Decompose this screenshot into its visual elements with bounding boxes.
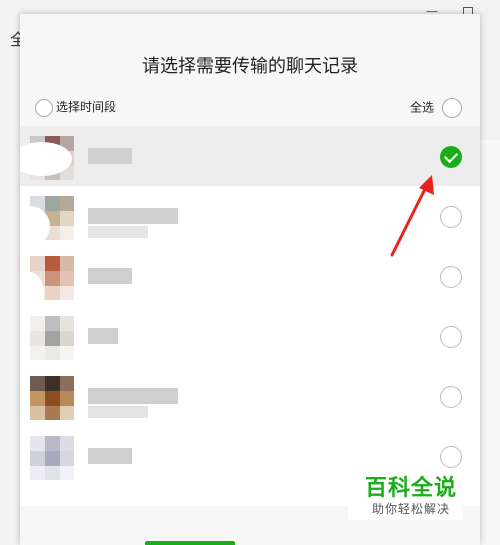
blurred-contact-detail: [88, 226, 148, 238]
arrow-shaft: [390, 181, 430, 257]
chat-list-item[interactable]: [20, 306, 480, 366]
watermark-title: 百科全说: [365, 476, 458, 501]
watermark-subtitle: 助你轻松解决: [372, 502, 451, 516]
select-all-option[interactable]: 全选: [410, 98, 462, 118]
avatar: [30, 436, 74, 480]
confirm-button[interactable]: [145, 541, 235, 545]
unselected-radio[interactable]: [440, 266, 462, 288]
avatar: [30, 376, 74, 420]
blurred-contact-name: [88, 268, 132, 284]
unselected-radio[interactable]: [440, 326, 462, 348]
blurred-contact-name: [88, 208, 178, 224]
dialog-title: 请选择需要传输的聊天记录: [142, 56, 358, 77]
arrow-head: [419, 175, 434, 195]
time-range-option[interactable]: 选择时间段: [35, 98, 116, 117]
unselected-radio[interactable]: [440, 386, 462, 408]
options-row: 选择时间段 全选: [20, 98, 480, 124]
blurred-contact-name: [88, 388, 178, 404]
blurred-contact-detail: [88, 406, 148, 418]
blurred-contact-name: [88, 328, 118, 344]
select-all-label: 全选: [409, 100, 434, 115]
blurred-contact-name: [88, 148, 132, 164]
chat-list-item[interactable]: [20, 366, 480, 426]
unselected-radio[interactable]: [440, 446, 462, 468]
selected-check-icon[interactable]: [440, 146, 462, 168]
time-range-radio[interactable]: [35, 98, 53, 117]
red-arrow-annotation: [390, 175, 434, 257]
select-all-radio[interactable]: [442, 98, 462, 118]
avatar: [30, 316, 74, 360]
blurred-contact-name: [88, 448, 132, 464]
transfer-chat-dialog: 请选择需要传输的聊天记录 选择时间段 全选: [20, 14, 480, 545]
watermark: 百科全说 助你轻松解决: [348, 470, 463, 520]
time-range-label: 选择时间段: [56, 100, 117, 114]
unselected-radio[interactable]: [440, 206, 462, 228]
